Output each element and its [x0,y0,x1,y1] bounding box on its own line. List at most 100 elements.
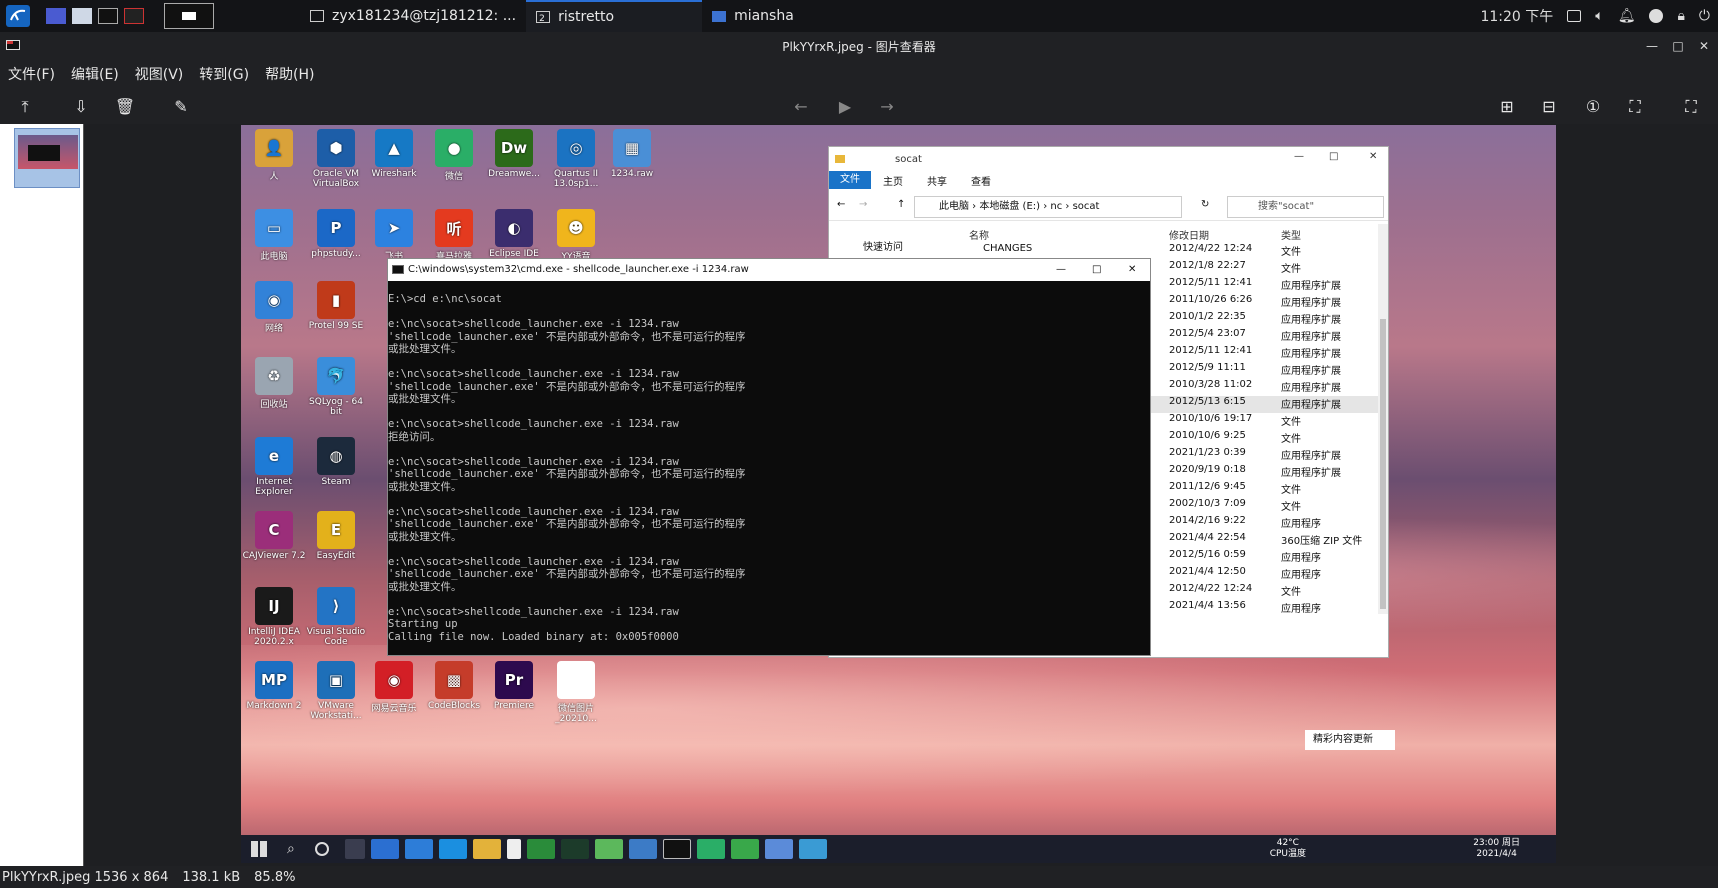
desktop-icon[interactable]: ♻ 回收站 [242,357,306,410]
minimize-button[interactable]: — [1056,259,1066,281]
desktop-icon[interactable]: MP Markdown 2 [242,661,306,711]
app-icon[interactable] [506,839,521,859]
menu-edit[interactable]: 编辑(E) [63,64,127,84]
menu-view[interactable]: 视图(V) [127,64,192,84]
cmd-output[interactable]: E:\>cd e:\nc\socat e:\nc\socat>shellcode_… [388,281,1150,643]
zoom-fit-icon[interactable]: ⛶ [1624,96,1646,118]
ribbon-share-tab[interactable]: 共享 [915,173,959,188]
task-ristretto[interactable]: 2 ristretto [526,0,703,32]
active-window-icon[interactable] [164,3,214,29]
search-icon[interactable]: ⌕ [287,841,295,857]
desktop-icon[interactable]: ◍ Steam [304,437,368,487]
vmware-icon[interactable] [628,839,657,859]
back-icon[interactable]: ← [837,199,845,210]
minimize-button[interactable]: — [1294,151,1304,162]
refresh-icon[interactable]: ↻ [1201,199,1209,210]
cortana-icon[interactable] [314,842,329,856]
desktop-icon[interactable]: ◉ 网络 [242,281,306,334]
up-icon[interactable]: ↑ [897,199,905,210]
zoom-in-icon[interactable]: ⊞ [1496,96,1518,118]
explorer-icon[interactable] [472,839,501,859]
path-box[interactable]: 此电脑 › 本地磁盘 (E:) › nc › socat [914,196,1182,218]
windows-start-icon[interactable] [251,841,267,857]
desktop-icon[interactable]: ● 微信 [422,129,486,182]
desktop-icon[interactable]: ▦ 1234.raw [600,129,664,179]
image-viewport[interactable]: 👤 人 ⬢ Oracle VM VirtualBox ▲ Wireshark ● 微信 Dw Dr… [84,124,1718,866]
task-terminal[interactable]: zyx181234@tzj181212: ... [300,0,526,32]
screen-recorder-icon[interactable] [124,8,144,24]
display-icon[interactable] [1567,10,1582,22]
kali-menu-icon[interactable] [6,5,30,27]
app-icon[interactable] [730,839,759,859]
edge-icon[interactable] [438,839,467,859]
desktop-icon[interactable]: 👤 人 [242,129,306,182]
column-name[interactable]: 名称 [969,227,989,242]
lock-icon[interactable]: 🔒︎ [1677,8,1684,24]
desktop-icon[interactable]: ⬢ Oracle VM VirtualBox [304,129,368,189]
volume-icon[interactable]: 🔈︎ [1595,8,1603,24]
app-icon[interactable] [764,839,793,859]
maximize-button[interactable]: □ [1329,151,1338,162]
zoom-100-icon[interactable]: ① [1582,96,1604,118]
desktop-icon[interactable]: ⟩ Visual Studio Code [304,587,368,647]
forward-icon[interactable]: → [859,199,867,210]
breadcrumb-disk[interactable]: 本地磁盘 (E:) [979,201,1040,212]
zoom-out-icon[interactable]: ⊟ [1538,96,1560,118]
edit-icon[interactable]: ✎ [170,96,192,118]
desktop-icon[interactable]: Pr Premiere [482,661,546,711]
search-input[interactable]: 搜索"socat" [1227,196,1384,218]
power-icon[interactable]: ⏻ [1699,8,1710,24]
breadcrumb-nc[interactable]: nc [1050,201,1062,212]
breadcrumb-this-pc[interactable]: 此电脑 [939,201,969,212]
desktop-icon[interactable]: ◎ Quartus II 13.0sp1... [544,129,608,189]
maximize-button[interactable]: □ [1670,38,1686,54]
desktop-icon[interactable]: ▮ Protel 99 SE [304,281,368,331]
previous-icon[interactable]: ← [790,96,812,118]
column-date[interactable]: 修改日期 [1169,227,1209,242]
desktop-icon[interactable]: e Internet Explorer [242,437,306,497]
notification-bell-icon[interactable]: 🔔︎ [1618,8,1636,24]
desktop-icon[interactable]: ▩ CodeBlocks [422,661,486,711]
quick-access[interactable]: 快速访问 [863,238,903,253]
desktop-icon[interactable]: C CAJViewer 7.2 [242,511,306,561]
desktop-icon[interactable]: Dw Dreamwe... [482,129,546,179]
desktop-icon[interactable]: 🐬 SQLyog - 64 bit [304,357,368,417]
desktop-icon[interactable]: IJ IntelliJ IDEA 2020.2.x [242,587,306,647]
maximize-button[interactable]: □ [1092,259,1101,281]
cpu-temp[interactable]: 42°C CPU温度 [1270,838,1306,860]
column-type[interactable]: 类型 [1281,227,1301,242]
desktop-icon[interactable]: ▲ Wireshark [362,129,426,179]
desktop-icon[interactable]: ◐ Eclipse IDE [482,209,546,259]
app-icon[interactable] [526,839,555,859]
open-icon[interactable]: ⤒ [14,96,36,118]
desktop-icon[interactable]: ◉ 网易云音乐 [362,661,426,714]
app-icon[interactable] [798,839,827,859]
app-icon[interactable] [594,839,623,859]
close-button[interactable]: ✕ [1128,259,1136,281]
next-icon[interactable]: → [876,96,898,118]
minimize-button[interactable]: — [1644,38,1660,54]
task-view-icon[interactable] [344,839,365,859]
fullscreen-icon[interactable]: ⛶ [1680,96,1702,118]
desktop-icon[interactable]: E EasyEdit [304,511,368,561]
mail-icon[interactable] [404,839,433,859]
desktop-icon[interactable]: ▣ VMware Workstati... [304,661,368,721]
desktop-icon[interactable]: ▭ 此电脑 [242,209,306,262]
terminal-icon[interactable] [98,8,118,24]
folder-icon[interactable] [72,8,92,24]
close-button[interactable]: ✕ [1696,38,1712,54]
desktop-icon[interactable]: 微信图片_20210... [544,661,608,724]
app-icon[interactable] [560,839,589,859]
cmd-icon[interactable] [662,839,691,859]
ribbon-file-tab[interactable]: 文件 [829,171,871,189]
notification-toast[interactable]: 精彩内容更新 [1305,730,1395,750]
menu-help[interactable]: 帮助(H) [257,64,322,84]
slideshow-play-icon[interactable]: ▶ [834,96,856,118]
ribbon-view-tab[interactable]: 查看 [959,173,1003,188]
desktop-icon[interactable]: 听喜马拉雅 [422,209,486,262]
breadcrumb-socat[interactable]: socat [1073,201,1100,212]
update-icon[interactable] [1649,9,1664,23]
delete-icon[interactable]: 🗑︎ [114,96,136,118]
menu-file[interactable]: 文件(F) [0,64,63,84]
desktop-icon[interactable]: Pphpstudy... [304,209,368,259]
